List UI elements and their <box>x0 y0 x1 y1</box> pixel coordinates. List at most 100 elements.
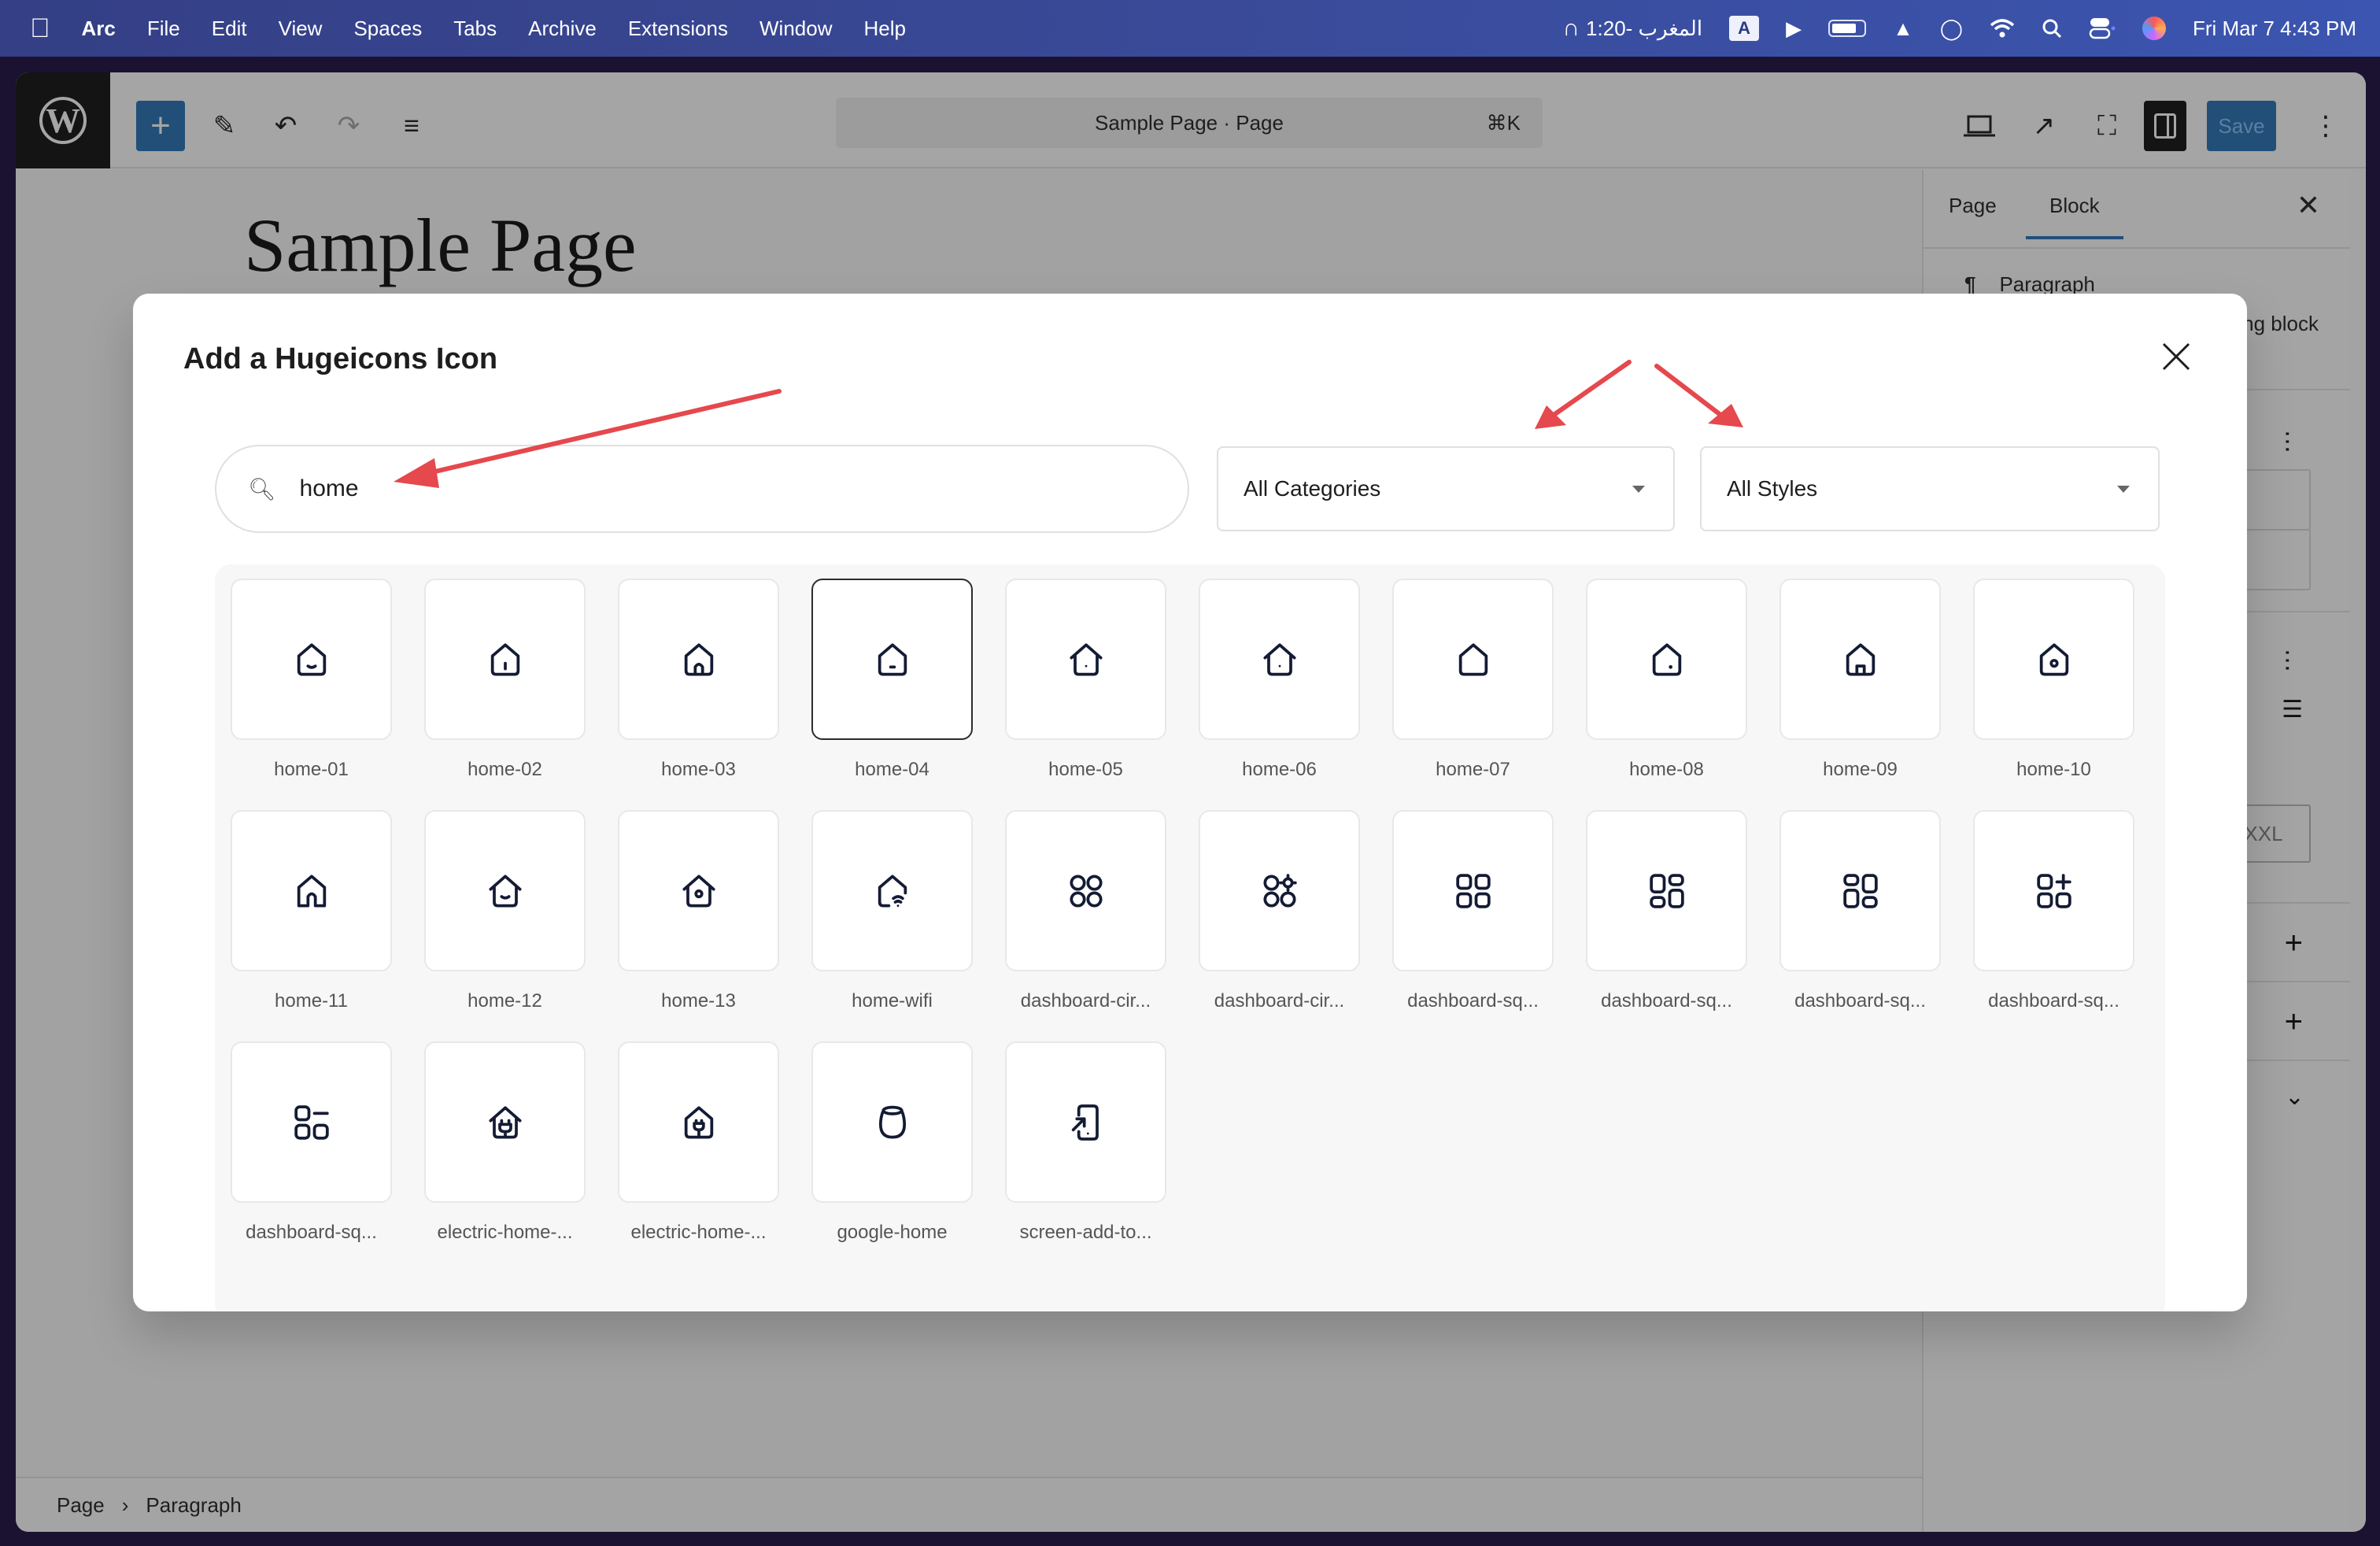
icon-tile[interactable] <box>1005 810 1166 971</box>
control-center-icon[interactable] <box>2089 17 2116 40</box>
icon-option-home-09[interactable]: home-09 <box>1779 579 1941 810</box>
redo-icon[interactable]: ↷ <box>329 101 368 151</box>
menu-window[interactable]: Window <box>759 17 832 41</box>
icon-option-home-wifi[interactable]: home-wifi <box>811 810 973 1041</box>
add-panel-plus-icon[interactable]: + <box>2285 926 2303 961</box>
apple-menu-icon[interactable]:  <box>30 13 50 44</box>
icon-option-home-13[interactable]: home-13 <box>618 810 779 1041</box>
icon-tile[interactable] <box>618 1041 779 1203</box>
icon-option-home-03[interactable]: home-03 <box>618 579 779 810</box>
icon-tile[interactable] <box>1586 579 1747 740</box>
icon-tile[interactable] <box>618 579 779 740</box>
custom-size-sliders-icon[interactable]: ☰ <box>2282 696 2303 723</box>
icon-tile[interactable] <box>424 579 586 740</box>
menu-app-arc[interactable]: Arc <box>82 17 116 41</box>
icon-option-electric-home-01[interactable]: electric-home-... <box>424 1041 586 1273</box>
block-inserter-button[interactable]: + <box>136 101 185 151</box>
icon-option-dashboard-square-01[interactable]: dashboard-sq... <box>1392 810 1554 1041</box>
tab-block[interactable]: Block <box>2026 194 2123 239</box>
undo-icon[interactable]: ↶ <box>266 101 305 151</box>
category-select[interactable]: All Categories <box>1217 446 1675 531</box>
menu-help[interactable]: Help <box>864 17 906 41</box>
close-modal-button[interactable] <box>2160 341 2192 372</box>
edit-tools-pencil-icon[interactable]: ✎ <box>205 101 244 151</box>
battery-icon[interactable] <box>1828 20 1867 37</box>
typography-options-icon[interactable]: ⋯ <box>2274 649 2301 669</box>
view-page-external-icon[interactable]: ↗ <box>2024 101 2064 151</box>
icon-tile[interactable] <box>1199 579 1360 740</box>
icon-option-dashboard-circle[interactable]: dashboard-cir... <box>1005 810 1166 1041</box>
icon-option-home-08[interactable]: home-08 <box>1586 579 1747 810</box>
tab-page[interactable]: Page <box>1949 194 1997 218</box>
play-circle-icon[interactable]: ▶︎ <box>1786 17 1802 41</box>
device-preview-laptop-icon[interactable] <box>1960 101 1999 151</box>
icon-option-electric-home-02[interactable]: electric-home-... <box>618 1041 779 1273</box>
icon-option-home-04[interactable]: home-04 <box>811 579 973 810</box>
save-button[interactable]: Save <box>2207 101 2276 151</box>
icon-tile[interactable] <box>811 579 973 740</box>
display-lamp-icon[interactable]: ▲ <box>1893 17 1913 41</box>
menu-archive[interactable]: Archive <box>528 17 597 41</box>
icon-option-dashboard-square-remove[interactable]: dashboard-sq... <box>231 1041 392 1273</box>
more-options-icon[interactable]: ⋮ <box>2312 101 2339 151</box>
menu-file[interactable]: File <box>147 17 180 41</box>
clock-datetime[interactable]: Fri Mar 7 4:43 PM <box>2193 17 2356 41</box>
icon-option-dashboard-square-03[interactable]: dashboard-sq... <box>1779 810 1941 1041</box>
icon-option-home-12[interactable]: home-12 <box>424 810 586 1041</box>
wifi-icon[interactable] <box>1990 18 2015 39</box>
icon-tile[interactable] <box>424 810 586 971</box>
icon-option-dashboard-circle-settings[interactable]: dashboard-cir... <box>1199 810 1360 1041</box>
page-title-heading[interactable]: Sample Page <box>244 202 637 289</box>
icon-tile[interactable] <box>1779 810 1941 971</box>
icon-tile[interactable] <box>231 810 392 971</box>
icon-tile[interactable] <box>1586 810 1747 971</box>
document-overview-icon[interactable]: ≡ <box>392 101 431 151</box>
menu-tabs[interactable]: Tabs <box>453 17 497 41</box>
icon-option-screen-add-to-home[interactable]: screen-add-to... <box>1005 1041 1166 1273</box>
chevron-down-icon[interactable]: ⌄ <box>2285 1083 2304 1111</box>
icon-tile[interactable] <box>231 579 392 740</box>
input-source-icon[interactable]: A <box>1729 16 1760 41</box>
breadcrumb-paragraph[interactable]: Paragraph <box>146 1493 241 1518</box>
icon-tile[interactable] <box>231 1041 392 1203</box>
icon-option-home-01[interactable]: home-01 <box>231 579 392 810</box>
icon-option-home-05[interactable]: home-05 <box>1005 579 1166 810</box>
close-sidebar-icon[interactable]: ✕ <box>2297 189 2320 222</box>
icon-tile[interactable] <box>1973 810 2134 971</box>
icon-option-dashboard-square-add[interactable]: dashboard-sq... <box>1973 810 2134 1041</box>
icon-tile[interactable] <box>811 1041 973 1203</box>
icon-tile[interactable] <box>1973 579 2134 740</box>
icon-option-home-06[interactable]: home-06 <box>1199 579 1360 810</box>
menu-edit[interactable]: Edit <box>212 17 247 41</box>
icon-tile[interactable] <box>1392 579 1554 740</box>
icon-tile[interactable] <box>1005 579 1166 740</box>
menu-view[interactable]: View <box>279 17 323 41</box>
breadcrumb-page[interactable]: Page <box>57 1493 105 1518</box>
icon-tile[interactable] <box>1005 1041 1166 1203</box>
style-select[interactable]: All Styles <box>1700 446 2160 531</box>
icon-option-home-02[interactable]: home-02 <box>424 579 586 810</box>
icon-option-google-home[interactable]: google-home <box>811 1041 973 1273</box>
icon-tile[interactable] <box>1779 579 1941 740</box>
icon-option-dashboard-square-02[interactable]: dashboard-sq... <box>1586 810 1747 1041</box>
icon-tile[interactable] <box>618 810 779 971</box>
icon-option-home-10[interactable]: home-10 <box>1973 579 2134 810</box>
icon-option-home-11[interactable]: home-11 <box>231 810 392 1041</box>
shield-status-icon[interactable]: ◯ <box>1940 17 1963 41</box>
settings-sidebar-toggle[interactable] <box>2144 101 2186 151</box>
prayer-times-status[interactable]: ∩ المغرب -1:20 <box>1562 15 1702 42</box>
add-panel-plus-icon[interactable]: + <box>2285 1004 2303 1040</box>
command-palette-bar[interactable]: Sample Page · Page ⌘K <box>836 98 1543 148</box>
panel-options-icon[interactable]: ⋯ <box>2274 430 2301 450</box>
icon-tile[interactable] <box>811 810 973 971</box>
spotlight-search-icon[interactable] <box>2042 18 2062 39</box>
icon-tile[interactable] <box>1392 810 1554 971</box>
menu-spaces[interactable]: Spaces <box>353 17 422 41</box>
siri-icon[interactable] <box>2142 17 2166 40</box>
icon-option-home-07[interactable]: home-07 <box>1392 579 1554 810</box>
wordpress-logo-button[interactable]: W <box>16 72 110 168</box>
fullscreen-icon[interactable]: ⛶ <box>2087 101 2127 151</box>
icon-search-input[interactable] <box>299 475 1087 502</box>
icon-tile[interactable] <box>1199 810 1360 971</box>
menu-extensions[interactable]: Extensions <box>628 17 728 41</box>
